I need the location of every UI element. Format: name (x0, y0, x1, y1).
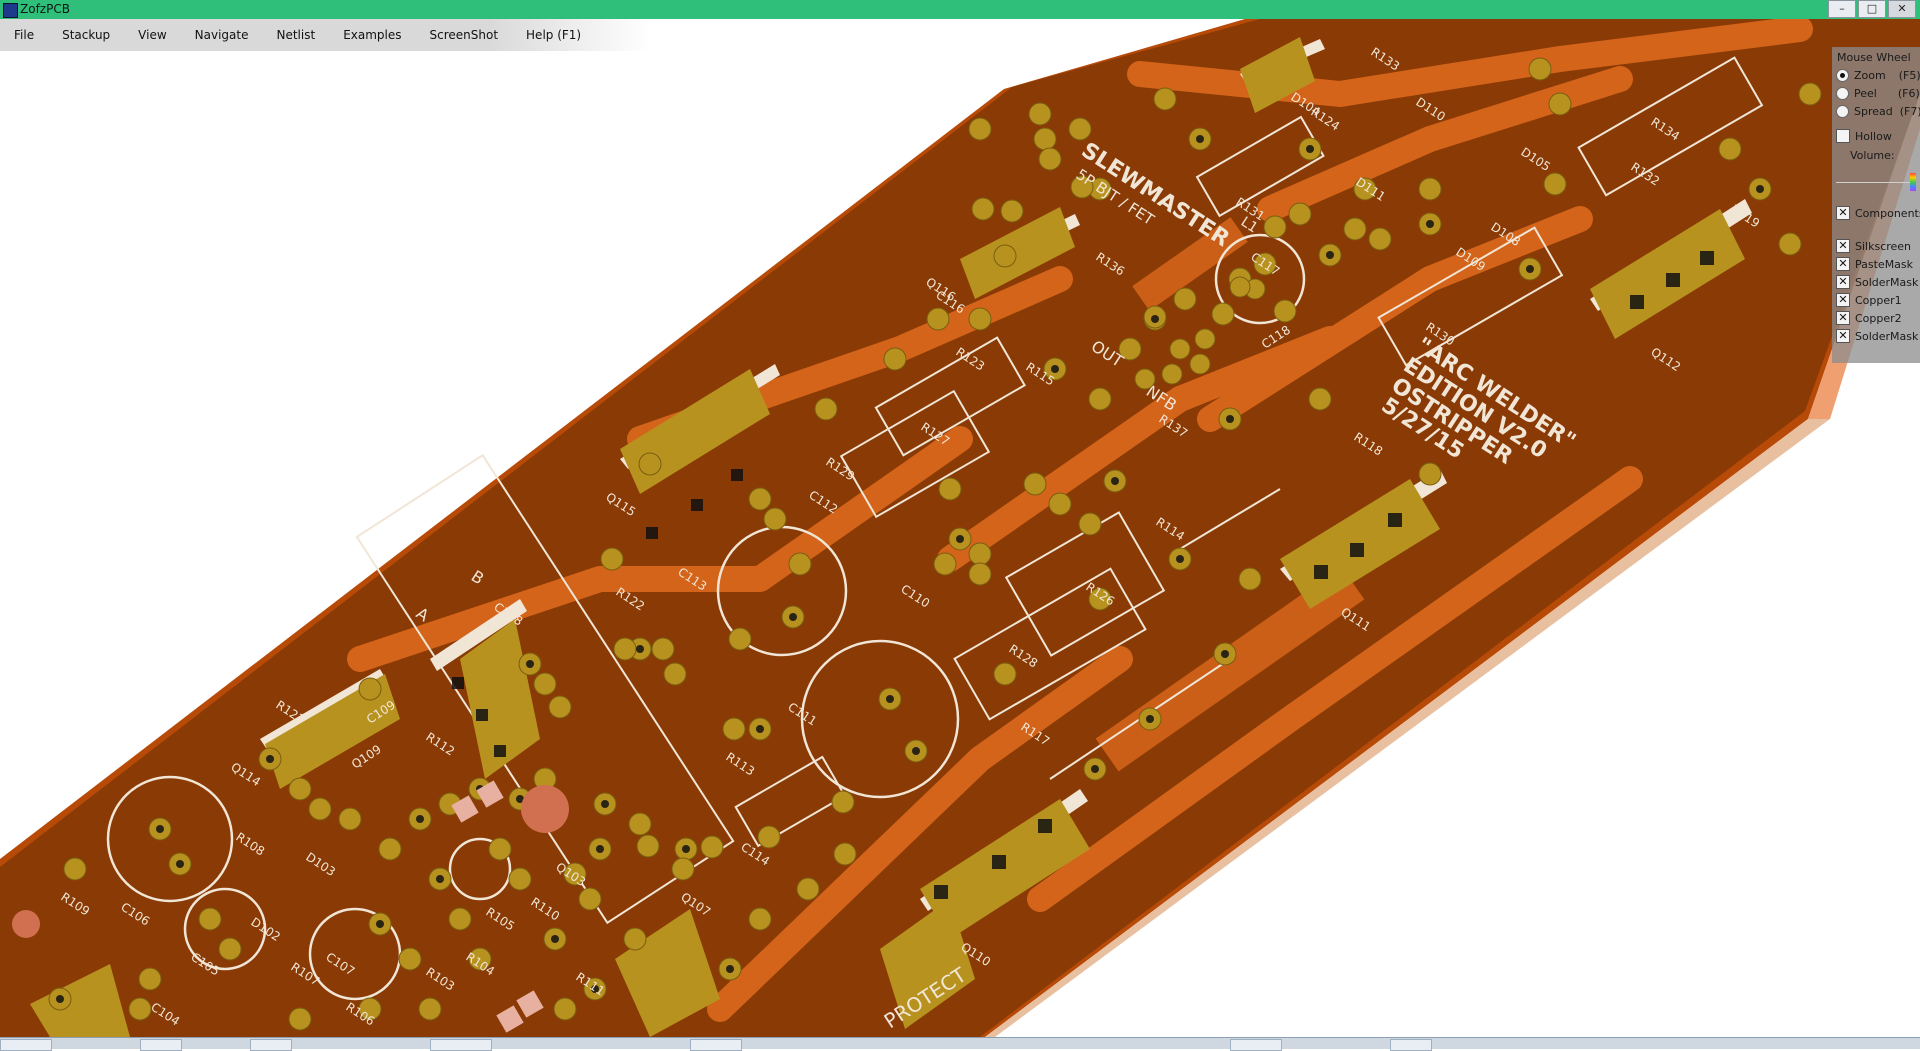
radio-spread[interactable]: Spread (F7) (1836, 105, 1920, 118)
layer-label: PasteMask (1855, 257, 1914, 271)
checkbox-checked-icon[interactable]: ✕ (1836, 257, 1850, 271)
volume-slider-handle[interactable] (1910, 173, 1916, 191)
app-icon (3, 3, 18, 18)
mouse-wheel-header: Mouse Wheel (1837, 51, 1911, 64)
layer-soldermask-top[interactable]: ✕ SolderMask (1836, 275, 1918, 289)
taskbar-item[interactable] (430, 1039, 492, 1051)
radio-spread-label: Spread (1854, 105, 1893, 118)
checkbox-checked-icon[interactable]: ✕ (1836, 311, 1850, 325)
volume-slider-track[interactable] (1836, 182, 1916, 183)
hollow-checkbox[interactable]: Hollow (1836, 129, 1892, 143)
window-controls: – □ ✕ (1828, 0, 1916, 18)
pcb-3d-viewport[interactable]: SLEWMASTER 5P BJT / FET "ARC WELDER" EDI… (0, 16, 1920, 1037)
window-title: ZofzPCB (20, 2, 70, 16)
radio-spread-key: (F7) (1899, 105, 1920, 118)
layer-copper2[interactable]: ✕ Copper2 (1836, 311, 1902, 325)
checkbox-checked-icon[interactable]: ✕ (1836, 293, 1850, 307)
radio-peel[interactable]: Peel (F6) (1836, 87, 1920, 100)
checkbox-box[interactable] (1836, 129, 1850, 143)
layer-copper1[interactable]: ✕ Copper1 (1836, 293, 1902, 307)
radio-indicator[interactable] (1836, 87, 1849, 100)
radio-indicator[interactable] (1836, 105, 1849, 118)
layer-label: Copper1 (1855, 293, 1902, 307)
maximize-icon[interactable]: □ (1858, 0, 1886, 18)
start-button[interactable] (0, 1039, 52, 1051)
layer-silkscreen[interactable]: ✕ Silkscreen (1836, 239, 1911, 253)
taskbar-item[interactable] (140, 1039, 182, 1051)
checkbox-checked-icon[interactable]: ✕ (1836, 239, 1850, 253)
checkbox-checked-icon[interactable]: ✕ (1836, 206, 1850, 220)
layer-label: Components (1855, 206, 1920, 220)
taskbar-item[interactable] (690, 1039, 742, 1051)
radio-peel-label: Peel (1854, 87, 1877, 100)
checkbox-checked-icon[interactable]: ✕ (1836, 329, 1850, 343)
radio-peel-key: (F6) (1897, 87, 1920, 100)
os-taskbar (0, 1037, 1920, 1051)
minimize-icon[interactable]: – (1828, 0, 1856, 18)
layer-label: SolderMask (1855, 329, 1919, 343)
radio-indicator[interactable] (1836, 69, 1849, 82)
layer-label: SolderMask (1855, 275, 1919, 289)
layer-components[interactable]: ✕ Components (1836, 206, 1920, 220)
layer-soldermask-bottom[interactable]: ✕ SolderMask (1836, 329, 1918, 343)
radio-zoom-label: Zoom (1854, 69, 1886, 82)
pcb-board-render[interactable]: SLEWMASTER 5P BJT / FET "ARC WELDER" EDI… (0, 16, 1920, 1037)
layer-pastemask[interactable]: ✕ PasteMask (1836, 257, 1913, 271)
taskbar-item[interactable] (1390, 1039, 1432, 1051)
taskbar-item[interactable] (1230, 1039, 1282, 1051)
view-options-panel: Mouse Wheel Zoom (F5) Peel (F6) Spread (… (1832, 47, 1920, 363)
radio-zoom[interactable]: Zoom (F5) (1836, 69, 1920, 82)
hollow-label: Hollow (1855, 129, 1892, 143)
checkbox-checked-icon[interactable]: ✕ (1836, 275, 1850, 289)
taskbar-item[interactable] (250, 1039, 292, 1051)
layer-label: Silkscreen (1855, 239, 1912, 253)
close-icon[interactable]: ✕ (1888, 0, 1916, 18)
volume-label: Volume: (1850, 149, 1895, 162)
radio-zoom-key: (F5) (1898, 69, 1920, 82)
layer-label: Copper2 (1855, 311, 1902, 325)
title-bar: ZofzPCB – □ ✕ (0, 0, 1920, 19)
